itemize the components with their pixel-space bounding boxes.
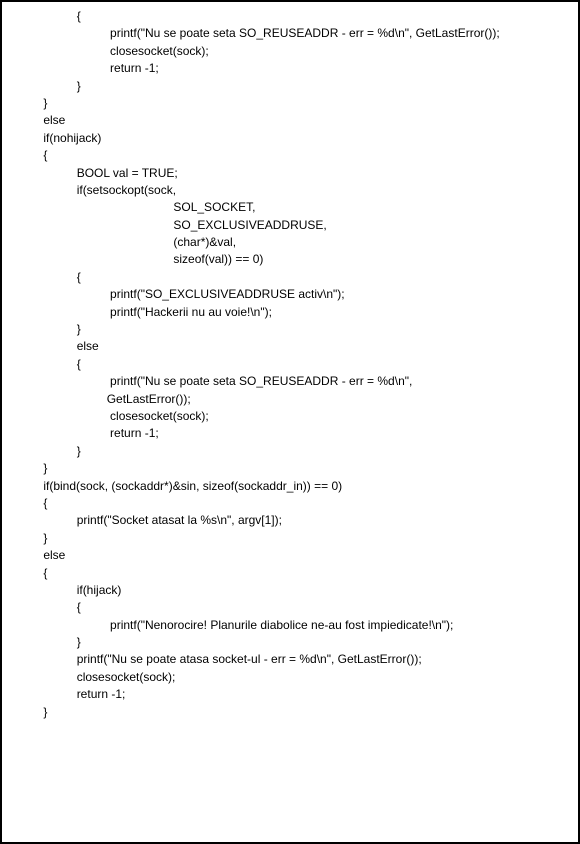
code-line: return -1; xyxy=(10,60,570,77)
code-line: GetLastError()); xyxy=(10,391,570,408)
code-line: return -1; xyxy=(10,425,570,442)
code-line: else xyxy=(10,338,570,355)
code-line: { xyxy=(10,8,570,25)
code-line: { xyxy=(10,495,570,512)
code-line: if(nohijack) xyxy=(10,130,570,147)
code-line: } xyxy=(10,78,570,95)
code-line: if(bind(sock, (sockaddr*)&sin, sizeof(so… xyxy=(10,478,570,495)
code-line: closesocket(sock); xyxy=(10,43,570,60)
code-line: } xyxy=(10,443,570,460)
code-line: printf("Nu se poate seta SO_REUSEADDR - … xyxy=(10,373,570,390)
code-line: printf("Socket atasat la %s\n", argv[1])… xyxy=(10,512,570,529)
code-line: closesocket(sock); xyxy=(10,669,570,686)
code-line: BOOL val = TRUE; xyxy=(10,165,570,182)
code-line: else xyxy=(10,112,570,129)
code-line: SOL_SOCKET, xyxy=(10,199,570,216)
code-line: } xyxy=(10,460,570,477)
code-line: { xyxy=(10,599,570,616)
code-listing: { printf("Nu se poate seta SO_REUSEADDR … xyxy=(10,8,570,721)
code-line: closesocket(sock); xyxy=(10,408,570,425)
code-line: { xyxy=(10,356,570,373)
code-line: } xyxy=(10,634,570,651)
code-line: printf("Nu se poate atasa socket-ul - er… xyxy=(10,651,570,668)
code-line: } xyxy=(10,95,570,112)
code-line: printf("Nenorocire! Planurile diabolice … xyxy=(10,617,570,634)
code-line: } xyxy=(10,321,570,338)
code-line: (char*)&val, xyxy=(10,234,570,251)
code-line: { xyxy=(10,565,570,582)
code-line: if(setsockopt(sock, xyxy=(10,182,570,199)
code-line: return -1; xyxy=(10,686,570,703)
code-line: printf("Nu se poate seta SO_REUSEADDR - … xyxy=(10,25,570,42)
code-line: printf("SO_EXCLUSIVEADDRUSE activ\n"); xyxy=(10,286,570,303)
code-line: else xyxy=(10,547,570,564)
code-line: } xyxy=(10,530,570,547)
code-line: printf("Hackerii nu au voie!\n"); xyxy=(10,304,570,321)
code-line: sizeof(val)) == 0) xyxy=(10,251,570,268)
code-line: } xyxy=(10,704,570,721)
code-line: { xyxy=(10,269,570,286)
code-line: if(hijack) xyxy=(10,582,570,599)
code-line: { xyxy=(10,147,570,164)
code-line: SO_EXCLUSIVEADDRUSE, xyxy=(10,217,570,234)
